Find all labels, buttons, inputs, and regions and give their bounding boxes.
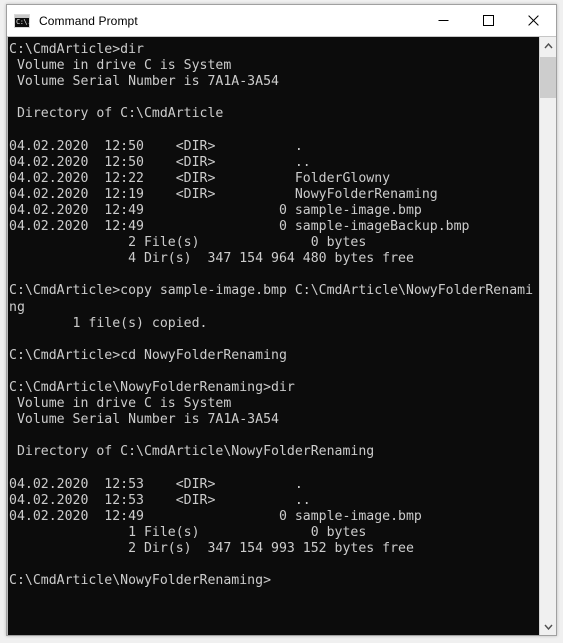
console-text: C:\CmdArticle>dir Volume in drive C is S… [9, 42, 534, 589]
chevron-up-icon [543, 42, 553, 48]
scrollbar-track[interactable] [540, 54, 556, 618]
window-controls [421, 5, 556, 36]
icon-prompt-glyph: C:\. [16, 17, 31, 26]
minimize-icon [438, 20, 449, 21]
scrollbar-thumb[interactable] [540, 57, 556, 98]
chevron-down-icon [543, 624, 553, 630]
scroll-up-button[interactable] [540, 37, 556, 54]
title-bar[interactable]: C:\. Command Prompt [7, 5, 556, 36]
command-prompt-window: C:\. Command Prompt C:\CmdArticle>dir Vo… [6, 4, 557, 636]
maximize-button[interactable] [466, 5, 511, 36]
close-icon [528, 15, 539, 26]
close-button[interactable] [511, 5, 556, 36]
vertical-scrollbar[interactable] [539, 37, 556, 635]
client-area: C:\CmdArticle>dir Volume in drive C is S… [7, 36, 556, 635]
maximize-icon [483, 15, 494, 26]
minimize-button[interactable] [421, 5, 466, 36]
command-prompt-icon: C:\. [14, 13, 31, 28]
scroll-down-button[interactable] [540, 618, 556, 635]
window-title: Command Prompt [39, 13, 138, 28]
console-output-area[interactable]: C:\CmdArticle>dir Volume in drive C is S… [7, 37, 539, 635]
